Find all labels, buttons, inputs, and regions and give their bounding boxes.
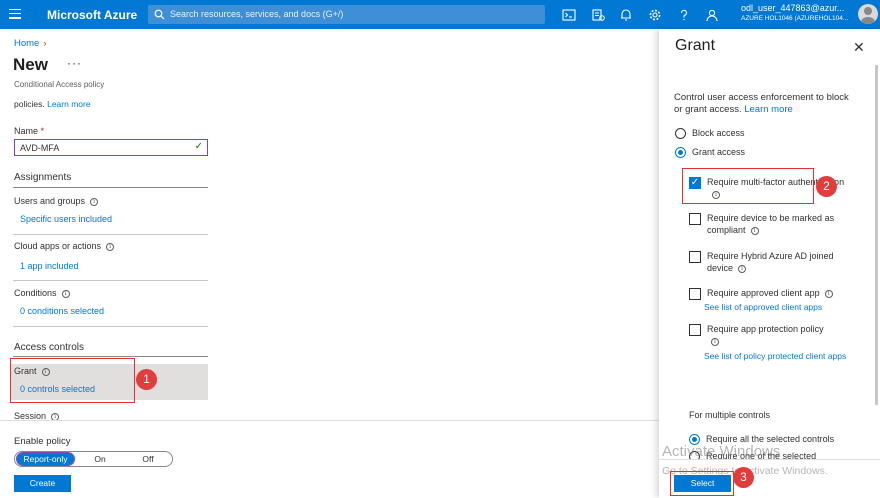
require-approved-app-text: Require approved client app: [707, 288, 820, 298]
info-icon[interactable]: i: [824, 289, 833, 298]
grant-access-label: Grant access: [692, 147, 746, 157]
divider: [13, 356, 208, 357]
info-icon[interactable]: i: [738, 264, 747, 273]
toggle-on[interactable]: On: [80, 453, 120, 465]
create-button[interactable]: Create: [14, 475, 71, 492]
policies-text: policies. Learn more: [14, 99, 91, 109]
require-app-protection-text: Require app protection policy: [707, 324, 824, 334]
info-icon[interactable]: i: [750, 226, 759, 235]
close-icon[interactable]: ✕: [853, 39, 865, 56]
info-icon[interactable]: i: [711, 338, 719, 346]
block-access-label: Block access: [692, 128, 745, 138]
chevron-right-icon: ›: [43, 38, 47, 49]
divider: [13, 187, 208, 188]
name-field[interactable]: AVD-MFA ✓: [14, 139, 208, 156]
toggle-off[interactable]: Off: [128, 453, 168, 465]
highlight-box: [10, 358, 135, 403]
footer-divider: [0, 420, 659, 421]
user-tenant: AZURE HOL1046 (AZUREHOL104...: [741, 15, 849, 22]
conditions-label: Conditions i: [14, 288, 70, 298]
user-email: odl_user_447863@azur...: [741, 3, 845, 13]
grant-learn-more-link[interactable]: Learn more: [744, 104, 793, 115]
learn-more-link[interactable]: Learn more: [47, 99, 90, 109]
require-compliant-text: Require device to be marked as compliant: [707, 213, 835, 235]
grant-description: Control user access enforcement to block…: [674, 92, 854, 116]
annotation-badge-1: 1: [136, 369, 157, 390]
page-subtitle: Conditional Access policy: [14, 80, 105, 89]
divider: [13, 280, 208, 281]
blade-title: Grant: [675, 37, 716, 54]
activate-windows-title: Activate Windows: [662, 443, 781, 460]
require-approved-app-checkbox[interactable]: [689, 288, 701, 300]
search-icon: [154, 9, 165, 20]
page-title: New: [13, 55, 48, 74]
access-controls-heading: Access controls: [14, 342, 85, 353]
feedback-icon[interactable]: [704, 7, 720, 23]
approved-apps-link[interactable]: See list of approved client apps: [704, 301, 849, 313]
radio-circle[interactable]: [675, 128, 686, 139]
conditions-link[interactable]: 0 conditions selected: [20, 306, 104, 316]
users-groups-link[interactable]: Specific users included: [20, 214, 112, 224]
annotation-badge-2: 2: [816, 176, 837, 197]
name-label: Name *: [14, 126, 44, 136]
enable-policy-toggle[interactable]: Report-only On Off: [14, 451, 173, 467]
cloud-apps-label: Cloud apps or actions i: [14, 241, 115, 251]
multiple-controls-label: For multiple controls: [689, 410, 771, 420]
conditions-label-text: Conditions: [14, 288, 57, 298]
divider: [13, 234, 208, 235]
info-icon[interactable]: i: [90, 197, 99, 206]
radio-circle-selected[interactable]: [675, 147, 686, 158]
divider: [13, 326, 208, 327]
notifications-icon[interactable]: [618, 7, 634, 23]
require-hybrid-text: Require Hybrid Azure AD joined device: [707, 251, 834, 273]
policies-label: policies.: [14, 99, 45, 109]
annotation-badge-3: 3: [733, 467, 754, 488]
required-asterisk: *: [40, 126, 45, 136]
enable-policy-label: Enable policy: [14, 436, 71, 447]
settings-icon[interactable]: [647, 7, 663, 23]
name-label-text: Name: [14, 126, 39, 136]
help-icon[interactable]: [676, 7, 692, 23]
info-icon[interactable]: i: [106, 242, 115, 251]
avatar[interactable]: [858, 4, 878, 24]
brand-title[interactable]: Microsoft Azure: [47, 8, 137, 22]
scrollbar[interactable]: [875, 65, 878, 405]
require-compliant-checkbox[interactable]: [689, 213, 701, 225]
toggle-report-only[interactable]: Report-only: [16, 452, 75, 466]
require-app-protection-label: Require app protection policy: [707, 323, 857, 335]
cloud-apps-label-text: Cloud apps or actions: [14, 241, 102, 251]
breadcrumb[interactable]: Home ›: [14, 38, 47, 49]
cloud-apps-link[interactable]: 1 app included: [20, 261, 79, 271]
info-icon[interactable]: i: [61, 289, 70, 298]
require-hybrid-label: Require Hybrid Azure AD joined device i: [707, 250, 847, 274]
assignments-heading: Assignments: [14, 172, 72, 183]
search-input[interactable]: Search resources, services, and docs (G+…: [148, 5, 545, 24]
require-compliant-label: Require device to be marked as compliant…: [707, 212, 847, 236]
select-button[interactable]: Select: [674, 475, 731, 492]
users-groups-label: Users and groups i: [14, 196, 99, 206]
protected-apps-link[interactable]: See list of policy protected client apps: [704, 350, 854, 362]
search-placeholder: Search resources, services, and docs (G+…: [170, 9, 344, 19]
highlight-box: [682, 168, 814, 204]
breadcrumb-home[interactable]: Home: [14, 38, 39, 49]
menu-icon[interactable]: [9, 9, 21, 19]
name-field-value: AVD-MFA: [20, 143, 60, 153]
require-hybrid-checkbox[interactable]: [689, 251, 701, 263]
require-approved-app-label: Require approved client app i: [707, 287, 857, 299]
account-info[interactable]: odl_user_447863@azur... AZURE HOL1046 (A…: [741, 3, 848, 22]
directory-filter-icon[interactable]: [590, 7, 606, 23]
more-options-icon[interactable]: ···: [67, 56, 82, 70]
valid-check-icon: ✓: [194, 141, 203, 152]
top-bar: Microsoft Azure Search resources, servic…: [0, 0, 880, 29]
users-groups-label-text: Users and groups: [14, 196, 86, 206]
cloud-shell-icon[interactable]: [561, 7, 577, 23]
require-app-protection-checkbox[interactable]: [689, 324, 701, 336]
